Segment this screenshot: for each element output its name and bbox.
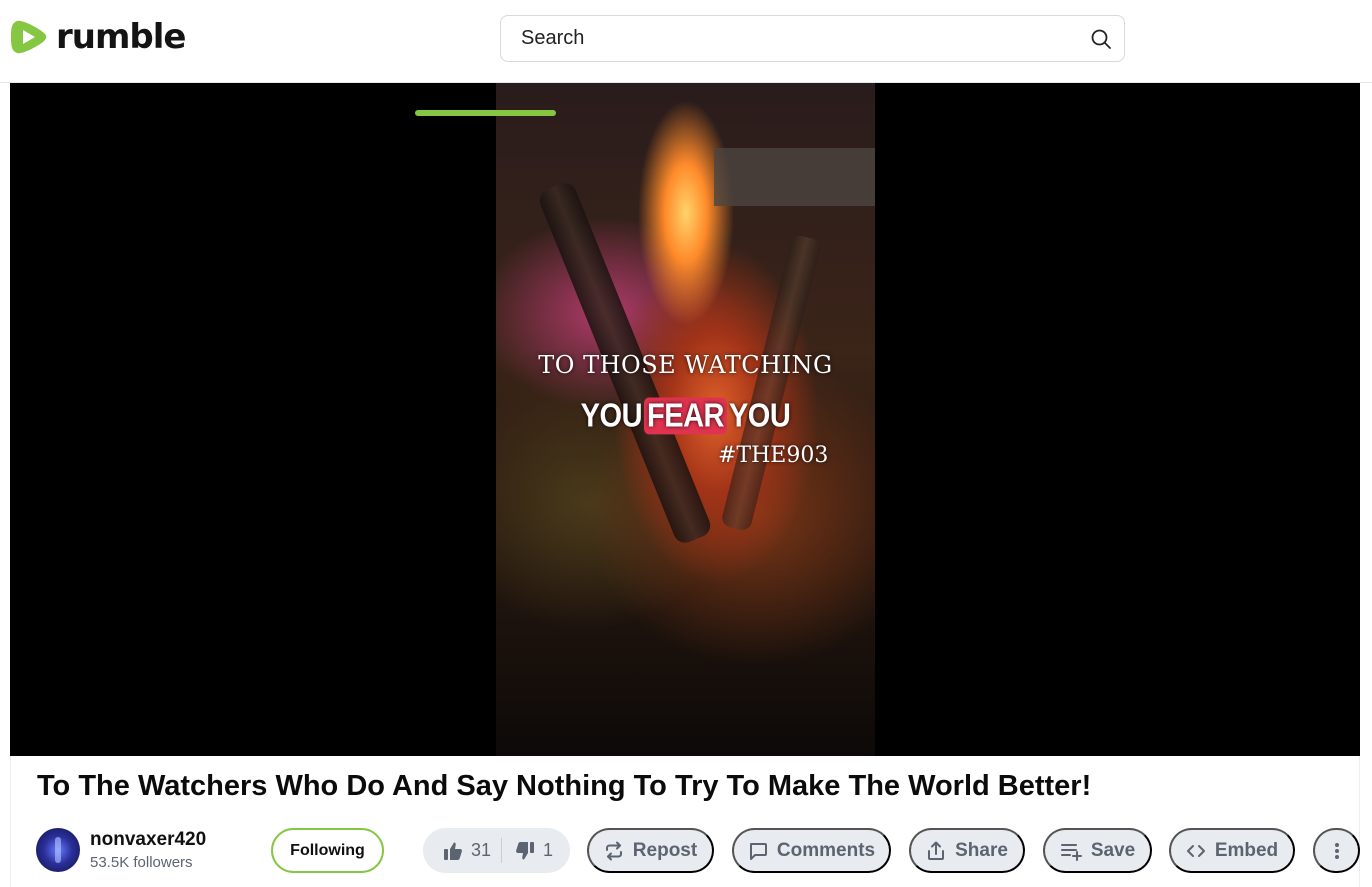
repost-icon xyxy=(605,841,622,860)
share-icon xyxy=(928,841,945,860)
search-input[interactable] xyxy=(521,16,1081,61)
channel-avatar[interactable] xyxy=(36,828,80,872)
vote-control: 31 1 xyxy=(423,828,570,873)
repost-label: Repost xyxy=(632,839,698,861)
following-button[interactable]: Following xyxy=(271,828,384,873)
like-button[interactable]: 31 xyxy=(443,828,491,873)
video-frame[interactable]: TO THOSE WATCHING YOU FEAR YOU #THE903 xyxy=(496,83,875,756)
dislike-button[interactable]: 1 xyxy=(515,828,553,873)
save-label: Save xyxy=(1090,839,1136,861)
vote-divider xyxy=(501,838,502,863)
video-player[interactable]: TO THOSE WATCHING YOU FEAR YOU #THE903 xyxy=(10,83,1360,756)
comment-icon xyxy=(749,842,767,860)
video-background-log xyxy=(720,233,822,533)
share-label: Share xyxy=(955,839,1008,861)
like-ratio-bar xyxy=(415,110,556,116)
logo-wordmark: rumble xyxy=(56,17,186,57)
video-caption-line2: YOU FEAR YOU xyxy=(496,397,875,436)
more-vertical-icon xyxy=(1334,842,1339,859)
video-caption-highlight: FEAR xyxy=(644,397,727,435)
follower-count: 53.5K followers xyxy=(90,854,193,871)
share-button[interactable]: Share xyxy=(909,828,1025,873)
thumbs-up-icon xyxy=(444,842,462,860)
thumbs-down-icon xyxy=(516,841,534,859)
embed-label: Embed xyxy=(1214,839,1279,861)
save-button[interactable]: Save xyxy=(1043,828,1152,873)
channel-name[interactable]: nonvaxer420 xyxy=(90,829,206,851)
dislike-count: 1 xyxy=(543,840,554,860)
embed-code-icon xyxy=(1186,844,1205,857)
search-box xyxy=(500,15,1125,62)
more-options-button[interactable] xyxy=(1313,828,1360,873)
save-playlist-icon xyxy=(1060,843,1082,861)
video-caption-word: YOU xyxy=(728,397,791,435)
embed-button[interactable]: Embed xyxy=(1169,828,1295,873)
rumble-logo[interactable]: rumble xyxy=(10,17,186,57)
video-info-panel: To The Watchers Who Do And Say Nothing T… xyxy=(10,756,1360,887)
video-caption-tag: #THE903 xyxy=(718,443,829,468)
search-icon[interactable] xyxy=(1090,28,1112,50)
video-background-plank xyxy=(714,148,875,206)
repost-button[interactable]: Repost xyxy=(587,828,714,873)
comments-label: Comments xyxy=(776,839,876,861)
video-caption-line1: TO THOSE WATCHING xyxy=(538,351,833,379)
video-caption-word: YOU xyxy=(580,397,643,435)
top-navigation-bar: rumble xyxy=(0,0,1372,83)
like-count: 31 xyxy=(471,840,492,860)
rumble-logo-icon xyxy=(11,20,47,54)
comments-button[interactable]: Comments xyxy=(732,828,891,873)
video-title: To The Watchers Who Do And Say Nothing T… xyxy=(37,770,1092,802)
